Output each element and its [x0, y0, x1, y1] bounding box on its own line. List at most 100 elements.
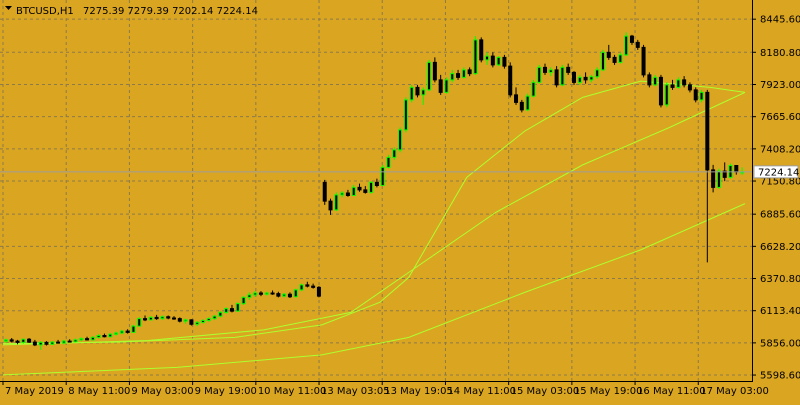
candle-bear: [734, 165, 739, 173]
candle-bear: [682, 79, 687, 86]
candle-bull: [427, 61, 432, 91]
candle-bull: [392, 149, 397, 158]
candle-bear: [502, 56, 507, 67]
candle-bear: [514, 94, 519, 103]
candle-bear: [154, 316, 159, 320]
y-tick-label: 6885.60: [760, 210, 800, 221]
candle-bear: [363, 189, 368, 193]
candle-bull: [577, 76, 582, 83]
candle-bear: [456, 73, 461, 78]
candle-bull: [548, 69, 553, 73]
candle-bull: [676, 79, 681, 88]
candle-bear: [705, 91, 710, 171]
candle-bear: [172, 317, 177, 320]
x-tick-label: 15 May 03:00: [511, 386, 580, 397]
candle-bear: [641, 46, 646, 76]
x-tick-label: 17 May 03:00: [700, 386, 769, 397]
chart-window[interactable]: 8445.60 8180.80 7923.00 7665.60 7408.20 7150.…: [0, 0, 800, 400]
candle-bull: [340, 192, 345, 196]
candle-bull: [137, 318, 142, 327]
candle-bull: [148, 316, 153, 321]
candle-bear: [583, 76, 588, 81]
candle-bull: [525, 95, 530, 111]
candle-bear: [479, 39, 484, 61]
y-tick-label: 7408.20: [760, 144, 800, 155]
candle-bear: [606, 51, 611, 58]
chart-ohlc: 7275.39 7279.39 7202.14 7224.14: [83, 6, 258, 17]
x-tick-label: 9 May 19:00: [195, 386, 257, 397]
candle-bull: [247, 294, 252, 298]
candle-bull: [351, 186, 356, 196]
candle-bear: [311, 285, 316, 288]
candle-bull: [160, 316, 165, 320]
candle-bull: [473, 39, 478, 75]
candle-bull: [108, 333, 113, 338]
candle-bear: [543, 66, 548, 73]
candle-bear: [693, 89, 698, 101]
candle-bull: [38, 341, 43, 346]
candle-bear: [647, 74, 652, 86]
candle-bear: [328, 200, 333, 211]
x-tick-label: 8 May 11:00: [68, 386, 130, 397]
candle-bull: [380, 166, 385, 186]
candle-bull: [485, 55, 490, 61]
y-tick-label: 7665.60: [760, 112, 800, 123]
candle-bear: [229, 308, 234, 312]
x-tick-label: 13 May 03:05: [321, 386, 390, 397]
candle-bear: [189, 319, 194, 325]
candle-bull: [200, 320, 205, 323]
candle-bull: [461, 69, 466, 78]
y-tick-label: 5598.60: [760, 371, 800, 382]
candle-bull: [560, 66, 565, 86]
candle-bull: [369, 181, 374, 193]
candle-bull: [595, 69, 600, 78]
candle-bull: [600, 51, 605, 71]
candle-bull: [224, 308, 229, 313]
candle-bear: [345, 192, 350, 196]
candle-bull: [114, 332, 119, 335]
candle-bear: [629, 35, 634, 43]
candle-bull: [21, 338, 26, 343]
candle-bull: [444, 79, 449, 93]
candle-bear: [32, 341, 37, 346]
y-tick-label: 6113.40: [760, 306, 800, 317]
candle-bull: [212, 315, 217, 320]
candle-bull: [183, 319, 188, 322]
candle-bull: [450, 73, 455, 81]
candle-bear: [467, 69, 472, 75]
candle-bear: [258, 292, 263, 295]
candle-bull: [299, 284, 304, 291]
candle-bull: [716, 170, 721, 188]
x-tick-label: 9 May 03:00: [131, 386, 193, 397]
candle-bear: [9, 339, 14, 342]
candle-bull: [653, 76, 658, 86]
candle-bear: [612, 56, 617, 63]
y-tick-label: 8445.60: [760, 15, 800, 26]
candle-bear: [276, 293, 281, 297]
candle-bear: [270, 292, 275, 295]
candle-bull: [195, 321, 200, 325]
candle-bear: [687, 84, 692, 91]
candle-bear: [44, 341, 49, 345]
candle-bull: [235, 303, 240, 312]
candle-bear: [415, 86, 420, 96]
y-tick-label: 8180.80: [760, 48, 800, 59]
candle-bear: [635, 41, 640, 48]
y-tick-label: 6628.20: [760, 242, 800, 253]
x-tick-label: 13 May 19:05: [384, 386, 453, 397]
candle-bear: [102, 335, 107, 338]
candle-bear: [374, 181, 379, 186]
candle-bear: [15, 340, 20, 343]
candle-bull: [79, 338, 84, 341]
candle-bull: [131, 325, 136, 333]
candle-bull: [624, 35, 629, 56]
candle-bull: [73, 339, 78, 343]
candle-bear: [287, 293, 292, 298]
candle-bull: [50, 341, 55, 345]
candle-bull: [90, 336, 95, 341]
candlestick-chart[interactable]: 8445.608180.807923.007665.607408.207150.…: [0, 0, 800, 400]
candle-bear: [658, 76, 663, 106]
chart-header: BTCUSD,H1 7275.39 7279.39 7202.14 7224.1…: [5, 6, 258, 17]
current-price-label: 7224.14: [758, 167, 799, 178]
candle-bull: [253, 292, 258, 296]
